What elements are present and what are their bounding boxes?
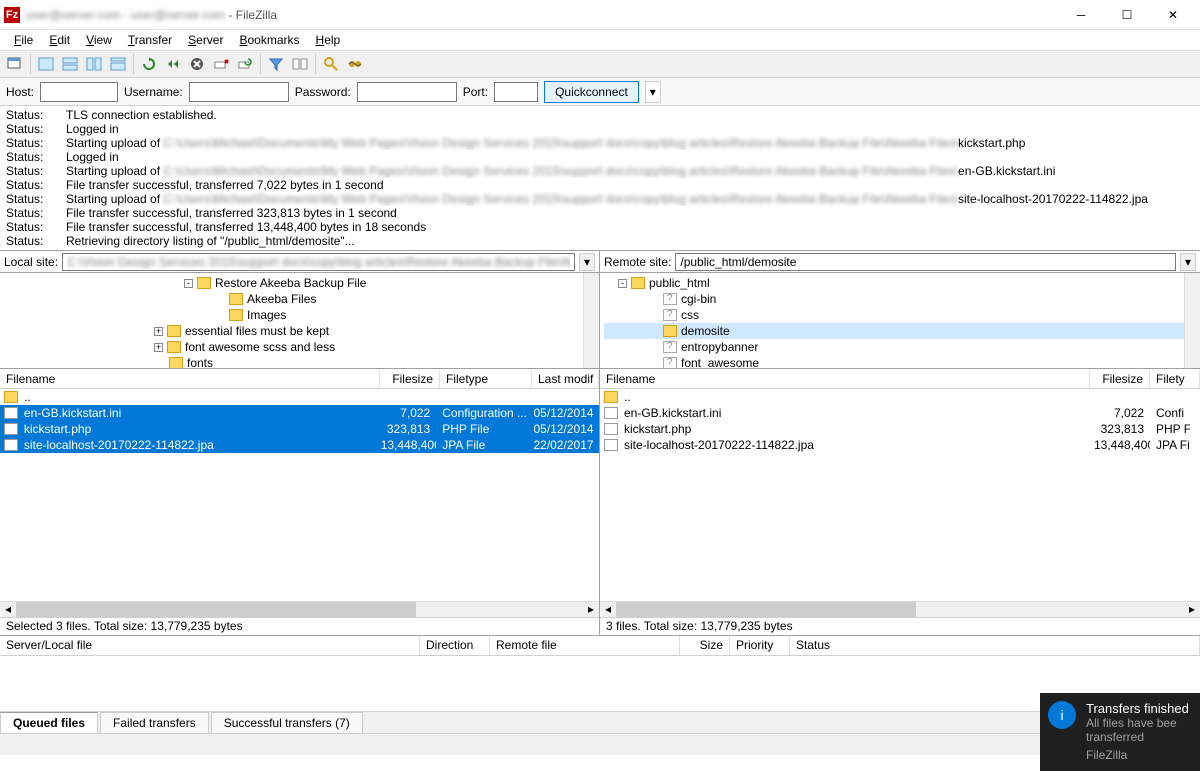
local-file-list[interactable]: ..en-GB.kickstart.ini7,022Configuration … <box>0 389 599 601</box>
menu-view[interactable]: View <box>78 31 120 49</box>
app-icon: Fz <box>4 7 20 23</box>
close-button[interactable]: ✕ <box>1150 0 1196 30</box>
maximize-button[interactable]: ☐ <box>1104 0 1150 30</box>
site-manager-button[interactable] <box>4 53 26 75</box>
local-status: Selected 3 files. Total size: 13,779,235… <box>0 617 599 635</box>
col-filename[interactable]: Filename <box>0 370 380 388</box>
disconnect-button[interactable] <box>210 53 232 75</box>
menu-server[interactable]: Server <box>180 31 231 49</box>
process-queue-button[interactable] <box>162 53 184 75</box>
remote-file-header: Filename Filesize Filety <box>600 369 1200 389</box>
info-icon: i <box>1048 701 1076 729</box>
local-file-header: Filename Filesize Filetype Last modif <box>0 369 599 389</box>
remote-pane: Remote site: ▾ -public_htmlcgi-bincssdem… <box>600 251 1200 635</box>
transfer-queue: Server/Local file Direction Remote file … <box>0 635 1200 733</box>
tab-failed[interactable]: Failed transfers <box>100 712 209 733</box>
remote-tree[interactable]: -public_htmlcgi-bincssdemositeentropyban… <box>600 273 1200 369</box>
window-title: user@server.com - user@server.com - File… <box>26 8 1058 22</box>
file-row[interactable]: site-localhost-20170222-114822.jpa13,448… <box>0 437 599 453</box>
password-label: Password: <box>295 85 351 99</box>
remote-site-label: Remote site: <box>604 255 671 269</box>
reconnect-button[interactable] <box>234 53 256 75</box>
quickconnect-bar: Host: Username: Password: Port: Quickcon… <box>0 78 1200 106</box>
host-label: Host: <box>6 85 34 99</box>
col-modified[interactable]: Last modif <box>532 370 599 388</box>
compare-button[interactable] <box>289 53 311 75</box>
queue-tabs: Queued files Failed transfers Successful… <box>0 711 1200 733</box>
quickconnect-dropdown[interactable]: ▾ <box>645 81 661 103</box>
toggle-local-tree-button[interactable] <box>59 53 81 75</box>
message-log[interactable]: Status:TLS connection established.Status… <box>0 106 1200 251</box>
quickconnect-button[interactable]: Quickconnect <box>544 81 639 103</box>
port-input[interactable] <box>494 82 538 102</box>
refresh-button[interactable] <box>138 53 160 75</box>
col-filename[interactable]: Filename <box>600 370 1090 388</box>
scrollbar[interactable] <box>1184 273 1200 368</box>
remote-status: 3 files. Total size: 13,779,235 bytes <box>600 617 1200 635</box>
menu-bookmarks[interactable]: Bookmarks <box>231 31 307 49</box>
tab-successful[interactable]: Successful transfers (7) <box>211 712 363 733</box>
notif-app: FileZilla <box>1086 748 1189 762</box>
col-filesize[interactable]: Filesize <box>1090 370 1150 388</box>
remote-file-list[interactable]: ..en-GB.kickstart.ini7,022Confikickstart… <box>600 389 1200 601</box>
status-bar: 🔒 ⚙ 📄 <box>0 733 1200 755</box>
col-remote[interactable]: Remote file <box>490 636 680 655</box>
col-status[interactable]: Status <box>790 636 1200 655</box>
menu-bar: File Edit View Transfer Server Bookmarks… <box>0 30 1200 50</box>
file-row[interactable]: kickstart.php323,813PHP File05/12/2014 <box>0 421 599 437</box>
menu-transfer[interactable]: Transfer <box>120 31 180 49</box>
col-size[interactable]: Size <box>680 636 730 655</box>
notif-line3: transferred <box>1086 730 1189 744</box>
menu-help[interactable]: Help <box>308 31 349 49</box>
scrollbar[interactable] <box>583 273 599 368</box>
local-tree[interactable]: -Restore Akeeba Backup FileAkeeba FilesI… <box>0 273 599 369</box>
toggle-queue-button[interactable] <box>107 53 129 75</box>
title-bar: Fz user@server.com - user@server.com - F… <box>0 0 1200 30</box>
tab-queued[interactable]: Queued files <box>0 712 98 733</box>
col-server[interactable]: Server/Local file <box>0 636 420 655</box>
local-path-dropdown[interactable]: ▾ <box>579 253 595 271</box>
file-row[interactable]: site-localhost-20170222-114822.jpa13,448… <box>600 437 1200 453</box>
menu-edit[interactable]: Edit <box>41 31 78 49</box>
scrollbar-h[interactable]: ◂▸ <box>0 601 599 617</box>
password-input[interactable] <box>357 82 457 102</box>
file-row[interactable]: kickstart.php323,813PHP F <box>600 421 1200 437</box>
search-button[interactable] <box>344 53 366 75</box>
queue-header: Server/Local file Direction Remote file … <box>0 636 1200 656</box>
file-row[interactable]: en-GB.kickstart.ini7,022Confi <box>600 405 1200 421</box>
notif-line2: All files have bee <box>1086 716 1189 730</box>
cancel-button[interactable] <box>186 53 208 75</box>
col-filetype[interactable]: Filetype <box>440 370 532 388</box>
username-input[interactable] <box>189 82 289 102</box>
notification-toast[interactable]: i Transfers finished All files have bee … <box>1040 693 1200 771</box>
local-pane: Local site: ▾ -Restore Akeeba Backup Fil… <box>0 251 600 635</box>
col-direction[interactable]: Direction <box>420 636 490 655</box>
col-filetype[interactable]: Filety <box>1150 370 1200 388</box>
username-label: Username: <box>124 85 183 99</box>
col-priority[interactable]: Priority <box>730 636 790 655</box>
host-input[interactable] <box>40 82 118 102</box>
local-site-label: Local site: <box>4 255 58 269</box>
scrollbar-h[interactable]: ◂▸ <box>600 601 1200 617</box>
menu-file[interactable]: File <box>6 31 41 49</box>
filter-button[interactable] <box>265 53 287 75</box>
local-path-input[interactable] <box>62 253 575 271</box>
remote-path-dropdown[interactable]: ▾ <box>1180 253 1196 271</box>
port-label: Port: <box>463 85 488 99</box>
col-filesize[interactable]: Filesize <box>380 370 440 388</box>
file-row[interactable]: en-GB.kickstart.ini7,022Configuration ..… <box>0 405 599 421</box>
minimize-button[interactable]: ─ <box>1058 0 1104 30</box>
sync-browse-button[interactable] <box>320 53 342 75</box>
toggle-log-button[interactable] <box>35 53 57 75</box>
toggle-remote-tree-button[interactable] <box>83 53 105 75</box>
remote-path-input[interactable] <box>675 253 1176 271</box>
queue-body[interactable] <box>0 656 1200 711</box>
notif-title: Transfers finished <box>1086 701 1189 716</box>
toolbar <box>0 50 1200 78</box>
